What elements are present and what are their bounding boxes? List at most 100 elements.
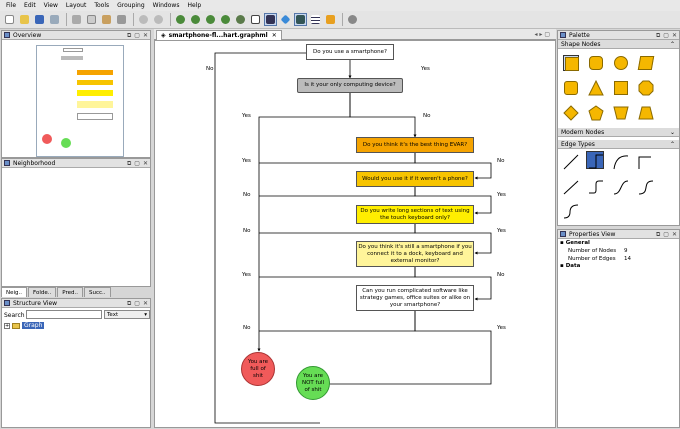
neighborhood-header: Neighborhood ⧉ ▢ ✕ bbox=[2, 159, 150, 168]
node-q2[interactable]: Is it your only computing device? bbox=[297, 78, 403, 93]
new-button[interactable] bbox=[3, 13, 16, 26]
close-icon[interactable]: ✕ bbox=[272, 32, 277, 39]
float-icon[interactable]: ⧉ bbox=[656, 231, 660, 239]
shape-triangle[interactable] bbox=[588, 79, 604, 96]
float-icon[interactable]: ⧉ bbox=[127, 300, 131, 308]
edge-type-s-curve[interactable] bbox=[612, 178, 630, 196]
edge-type-bezier[interactable] bbox=[637, 178, 655, 196]
node-q4[interactable]: Would you use it if it weren't a phone? bbox=[356, 171, 474, 187]
tab-successors[interactable]: Succ.. bbox=[83, 287, 111, 297]
menu-tools[interactable]: Tools bbox=[94, 2, 109, 9]
tab-neighborhood[interactable]: Neig.. bbox=[1, 287, 28, 297]
node-q5[interactable]: Do you write long sections of text using… bbox=[356, 205, 474, 224]
menu-layout[interactable]: Layout bbox=[66, 2, 86, 9]
document-tab[interactable]: ◈ smartphone-fl...hart.graphml ✕ bbox=[156, 30, 282, 40]
copy-icon bbox=[87, 15, 96, 24]
menu-grouping[interactable]: Grouping bbox=[117, 2, 145, 9]
node-q6[interactable]: Do you think it's still a smartphone if … bbox=[356, 241, 474, 267]
shape-ellipse[interactable] bbox=[613, 55, 629, 71]
maximize-icon[interactable]: ▢ bbox=[134, 300, 140, 307]
edge-q7-no bbox=[259, 311, 416, 332]
shape-rounded[interactable] bbox=[588, 55, 604, 71]
section-modern-nodes[interactable]: Modern Nodes ⌄ bbox=[558, 128, 679, 137]
menu-edit[interactable]: Edit bbox=[24, 2, 36, 9]
layout-button[interactable] bbox=[324, 13, 337, 26]
shape-square[interactable] bbox=[613, 80, 629, 96]
node-result-not-full[interactable]: You are NOT full of shit bbox=[296, 366, 330, 400]
grid-button[interactable] bbox=[309, 13, 322, 26]
edge-type-corner[interactable] bbox=[637, 153, 655, 171]
overview-viewport[interactable] bbox=[36, 45, 124, 157]
node-q7[interactable]: Can you run complicated software like st… bbox=[356, 285, 474, 311]
copy-button[interactable] bbox=[85, 13, 98, 26]
maximize-icon[interactable]: ▢ bbox=[134, 32, 140, 39]
open-button[interactable] bbox=[18, 13, 31, 26]
edge-type-arrow[interactable] bbox=[562, 178, 580, 196]
node-q3[interactable]: Do you think it's the best thing EVAR? bbox=[356, 137, 474, 153]
close-icon[interactable]: ✕ bbox=[672, 231, 677, 238]
zoom-in-button[interactable] bbox=[174, 13, 187, 26]
edge-type-curved[interactable] bbox=[612, 153, 630, 171]
undo-button[interactable] bbox=[137, 13, 150, 26]
edge-type-step[interactable] bbox=[587, 178, 605, 196]
close-icon[interactable]: ✕ bbox=[143, 160, 148, 167]
shape-pentagon[interactable] bbox=[588, 105, 604, 121]
save-button[interactable] bbox=[33, 13, 46, 26]
float-icon[interactable]: ⧉ bbox=[127, 32, 131, 40]
orthogonal-edges-button[interactable] bbox=[294, 13, 307, 26]
export-button[interactable] bbox=[48, 13, 61, 26]
close-icon[interactable]: ✕ bbox=[143, 32, 148, 39]
edge-type-straight[interactable] bbox=[562, 153, 580, 171]
tree-root[interactable]: + Graph bbox=[4, 322, 45, 329]
arrow-edge-icon bbox=[563, 180, 579, 195]
tab-predecessors[interactable]: Pred.. bbox=[57, 287, 83, 297]
zoom-fit-button[interactable] bbox=[219, 13, 232, 26]
tab-folders[interactable]: Folde.. bbox=[28, 287, 57, 297]
shape-octagon[interactable] bbox=[638, 80, 654, 96]
edge-type-orthogonal[interactable] bbox=[586, 151, 604, 169]
shape-hexagon-v[interactable] bbox=[563, 80, 579, 96]
zoom-out-button[interactable] bbox=[189, 13, 202, 26]
edge-type-rounded[interactable] bbox=[562, 202, 580, 220]
maximize-icon[interactable]: ▢ bbox=[663, 231, 669, 238]
shape-parallelogram[interactable] bbox=[637, 55, 655, 71]
snap-button[interactable] bbox=[279, 13, 292, 26]
overview-node bbox=[61, 138, 71, 148]
node-q1[interactable]: Do you use a smartphone? bbox=[306, 44, 394, 60]
shape-diamond[interactable] bbox=[563, 105, 579, 121]
zoom-reset-button[interactable] bbox=[204, 13, 217, 26]
property-value[interactable]: 9 bbox=[624, 248, 628, 255]
tab-nav-icon[interactable]: ◂ ▸ ▢ bbox=[534, 31, 550, 38]
redo-button[interactable] bbox=[152, 13, 165, 26]
menu-file[interactable]: File bbox=[6, 2, 16, 9]
search-input[interactable] bbox=[26, 310, 102, 319]
search-mode-select[interactable]: Text ▾ bbox=[104, 310, 150, 319]
cut-button[interactable] bbox=[70, 13, 83, 26]
float-icon[interactable]: ⧉ bbox=[127, 160, 131, 168]
float-icon[interactable]: ⧉ bbox=[656, 32, 660, 40]
delete-button[interactable] bbox=[115, 13, 128, 26]
fit-content-button[interactable] bbox=[249, 13, 262, 26]
properties-data-group[interactable]: ▪ Data bbox=[560, 263, 580, 270]
section-edge-types[interactable]: Edge Types ⌃ bbox=[558, 140, 679, 149]
shape-trapezoid-2[interactable] bbox=[638, 105, 654, 121]
menu-windows[interactable]: Windows bbox=[153, 2, 180, 9]
shape-rectangle[interactable] bbox=[563, 55, 579, 71]
maximize-icon[interactable]: ▢ bbox=[663, 32, 669, 39]
maximize-icon[interactable]: ▢ bbox=[134, 160, 140, 167]
properties-general-group[interactable]: ▪ General bbox=[560, 240, 590, 247]
zoom-area-button[interactable] bbox=[234, 13, 247, 26]
node-result-full[interactable]: You are full of shit bbox=[241, 352, 275, 386]
section-shape-nodes[interactable]: Shape Nodes ⌃ bbox=[558, 40, 679, 49]
close-icon[interactable]: ✕ bbox=[143, 300, 148, 307]
settings-button[interactable] bbox=[346, 13, 359, 26]
edit-mode-button[interactable] bbox=[264, 13, 277, 26]
property-value[interactable]: 14 bbox=[624, 256, 631, 263]
menu-help[interactable]: Help bbox=[187, 2, 201, 9]
expand-icon[interactable]: + bbox=[4, 322, 10, 329]
graph-canvas[interactable]: Do you use a smartphone? Is it your only… bbox=[154, 40, 556, 428]
menu-view[interactable]: View bbox=[44, 2, 58, 9]
shape-trapezoid[interactable] bbox=[613, 105, 629, 121]
close-icon[interactable]: ✕ bbox=[672, 32, 677, 39]
paste-button[interactable] bbox=[100, 13, 113, 26]
